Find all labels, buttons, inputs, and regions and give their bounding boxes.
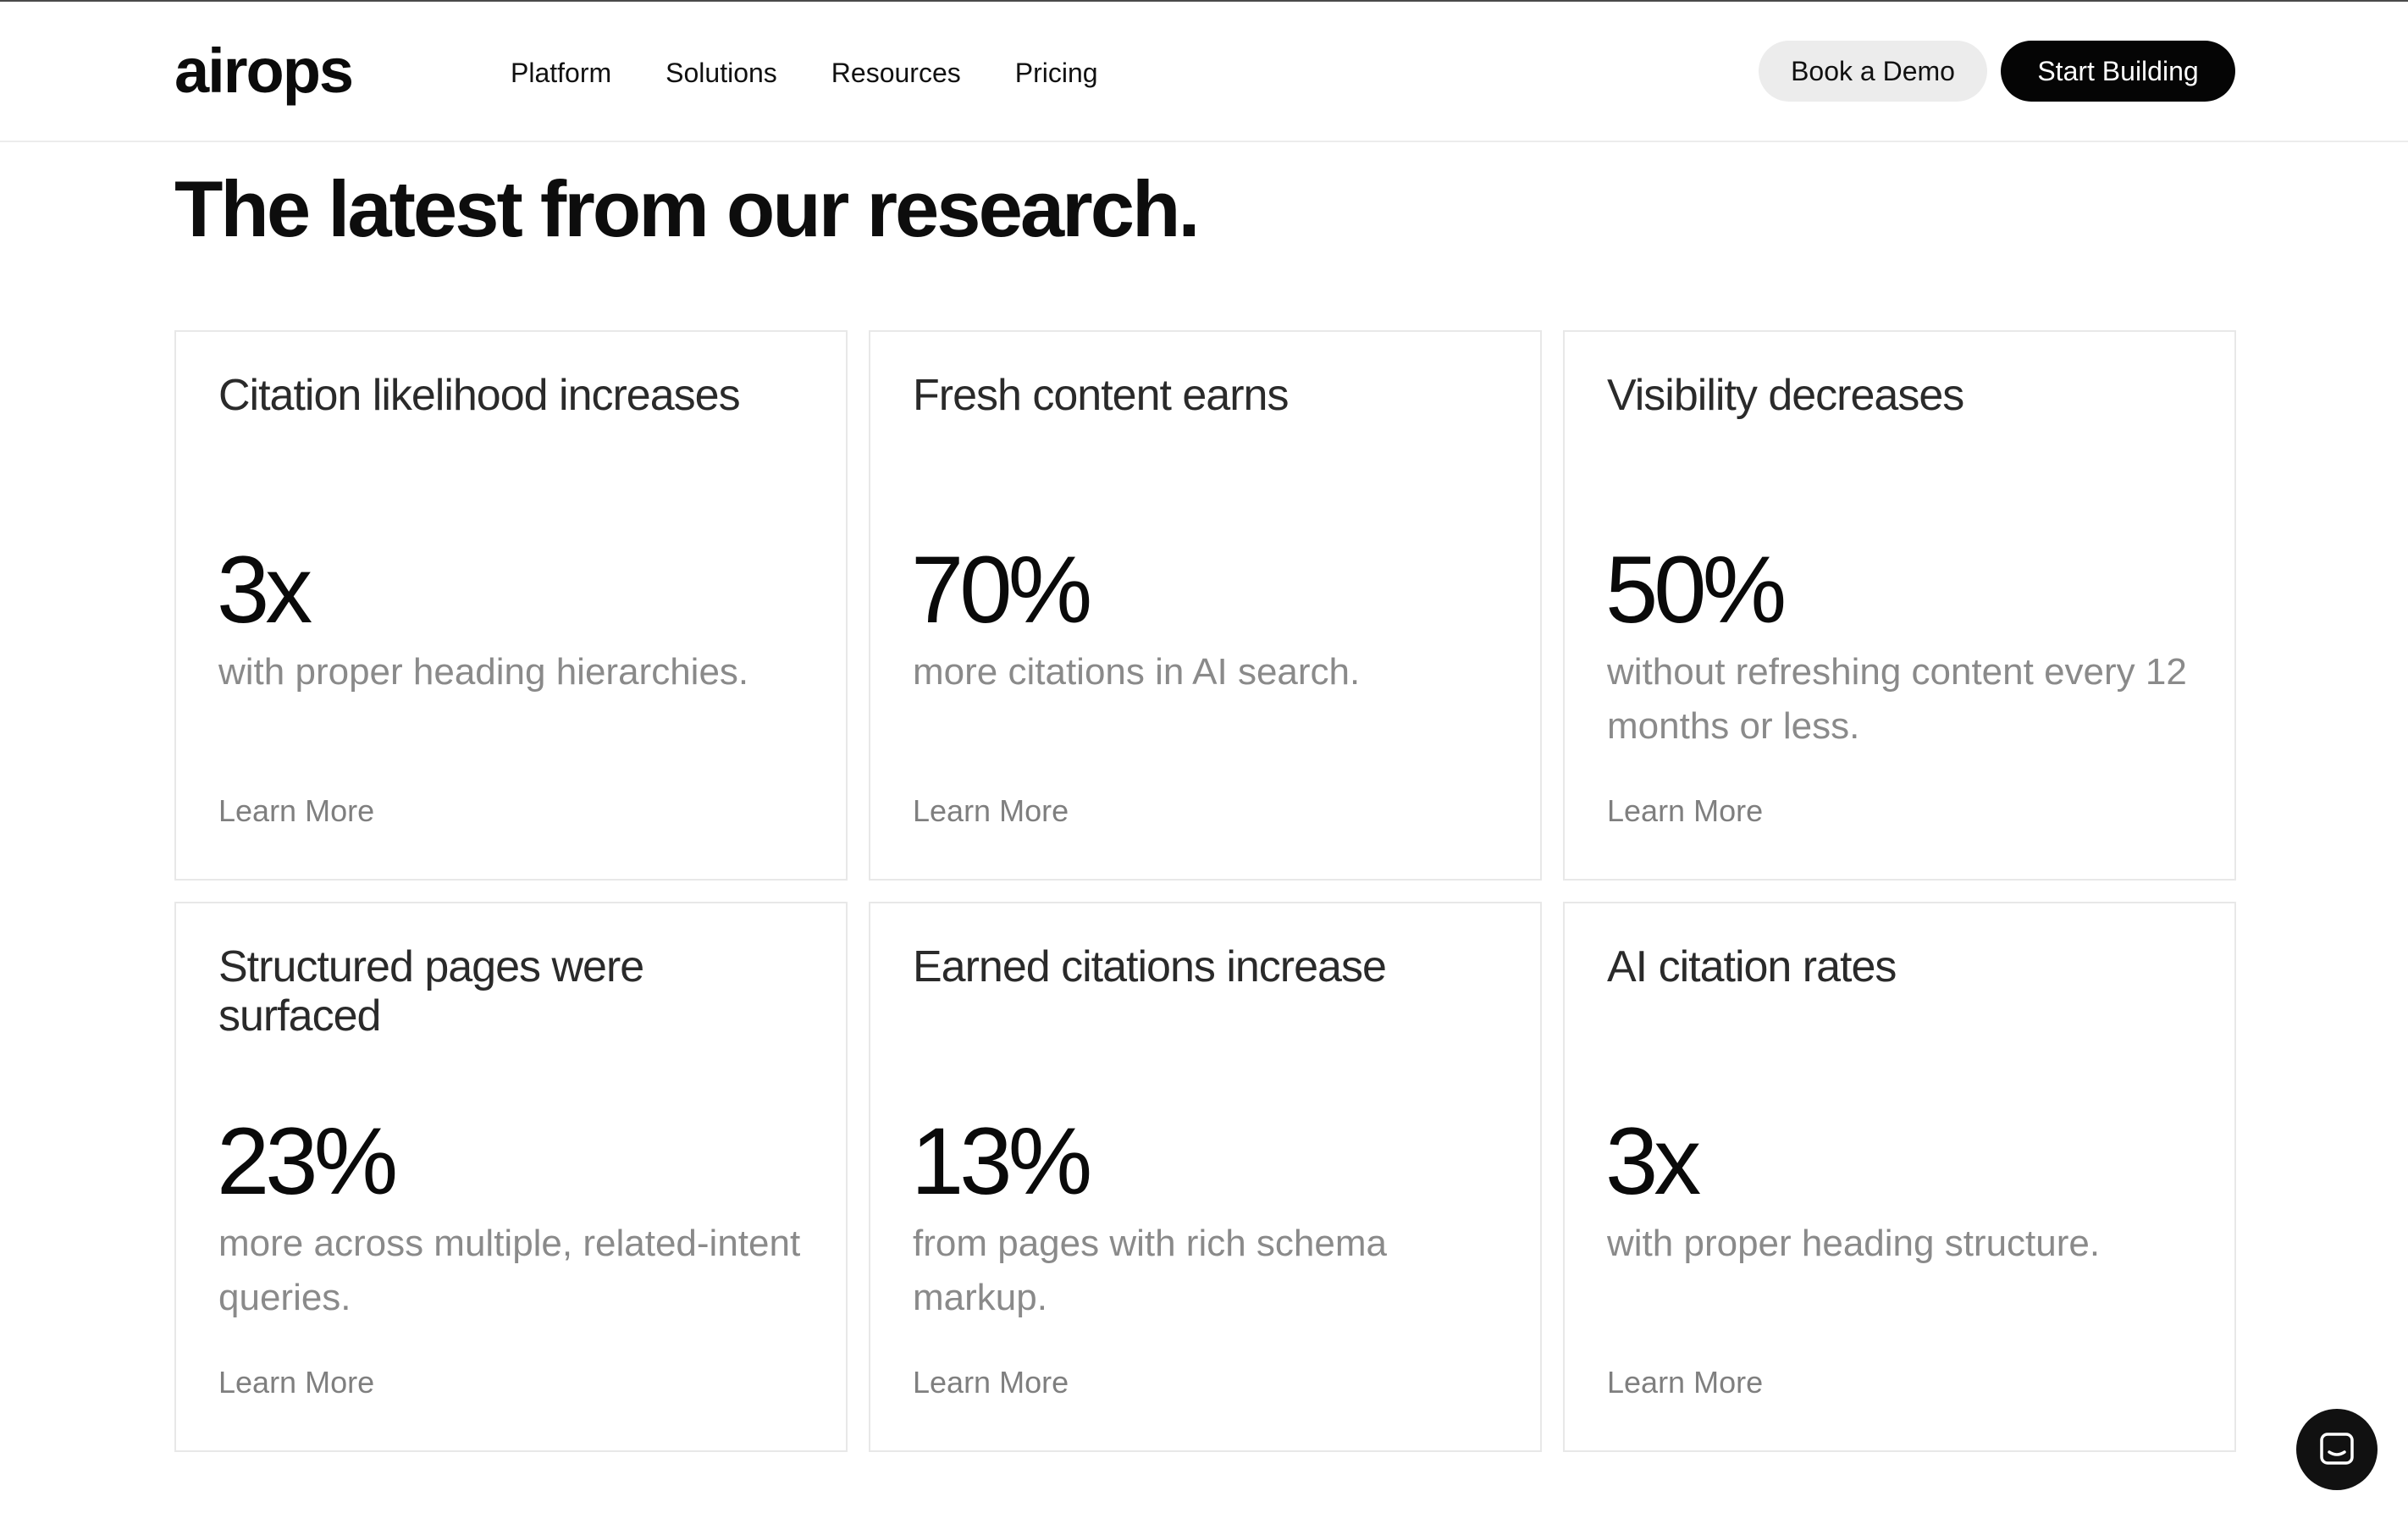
card-stat: 70% xyxy=(911,537,1092,643)
start-building-button[interactable]: Start Building xyxy=(2001,41,2235,102)
section-title: The latest from our research. xyxy=(174,164,1201,253)
airops-logo[interactable]: airops xyxy=(174,32,354,110)
site-header: airops Platform Solutions Resources Pric… xyxy=(0,2,2408,142)
card-description: without refreshing content every 12 mont… xyxy=(1607,651,2187,747)
learn-more-link[interactable]: Learn More xyxy=(1607,1364,1763,1401)
card-description: more citations in AI search. xyxy=(913,651,1361,693)
research-card[interactable]: AI citation rates 3x with proper heading… xyxy=(1563,902,2236,1452)
card-title: Visibility decreases xyxy=(1607,371,1964,420)
research-card[interactable]: Structured pages were surfaced 23% more … xyxy=(174,902,848,1452)
learn-more-link[interactable]: Learn More xyxy=(913,1364,1069,1401)
card-description: with proper heading structure. xyxy=(1607,1223,2101,1264)
card-title: Fresh content earns xyxy=(913,371,1289,420)
card-stat: 13% xyxy=(911,1108,1092,1214)
card-title: AI citation rates xyxy=(1607,942,1897,991)
card-stat: 3x xyxy=(217,537,312,643)
card-description: more across multiple, related-intent que… xyxy=(218,1223,801,1318)
nav-solutions[interactable]: Solutions xyxy=(666,51,777,95)
research-card[interactable]: Visibility decreases 50% without refresh… xyxy=(1563,330,2236,881)
card-stat: 23% xyxy=(217,1108,398,1214)
card-title: Citation likelihood increases xyxy=(218,371,741,420)
card-stat: 50% xyxy=(1605,537,1787,643)
card-title: Structured pages were surfaced xyxy=(218,942,644,1041)
research-card[interactable]: Earned citations increase 13% from pages… xyxy=(869,902,1542,1452)
nav-pricing[interactable]: Pricing xyxy=(1015,51,1098,95)
learn-more-link[interactable]: Learn More xyxy=(218,792,374,830)
card-stat: 3x xyxy=(1605,1108,1701,1214)
card-description: with proper heading hierarchies. xyxy=(218,651,749,693)
nav-resources[interactable]: Resources xyxy=(831,51,961,95)
card-title: Earned citations increase xyxy=(913,942,1387,991)
chat-launcher-button[interactable] xyxy=(2296,1409,2378,1490)
learn-more-link[interactable]: Learn More xyxy=(913,792,1069,830)
research-card-grid: Citation likelihood increases 3x with pr… xyxy=(174,330,2236,1452)
main-nav: Platform Solutions Resources Pricing xyxy=(511,51,1152,95)
card-description: from pages with rich schema markup. xyxy=(913,1223,1387,1318)
learn-more-link[interactable]: Learn More xyxy=(218,1364,374,1401)
book-demo-button[interactable]: Book a Demo xyxy=(1759,41,1987,102)
learn-more-link[interactable]: Learn More xyxy=(1607,792,1763,830)
chat-icon xyxy=(2320,1433,2354,1465)
nav-platform[interactable]: Platform xyxy=(511,51,611,95)
research-card[interactable]: Citation likelihood increases 3x with pr… xyxy=(174,330,848,881)
research-card[interactable]: Fresh content earns 70% more citations i… xyxy=(869,330,1542,881)
